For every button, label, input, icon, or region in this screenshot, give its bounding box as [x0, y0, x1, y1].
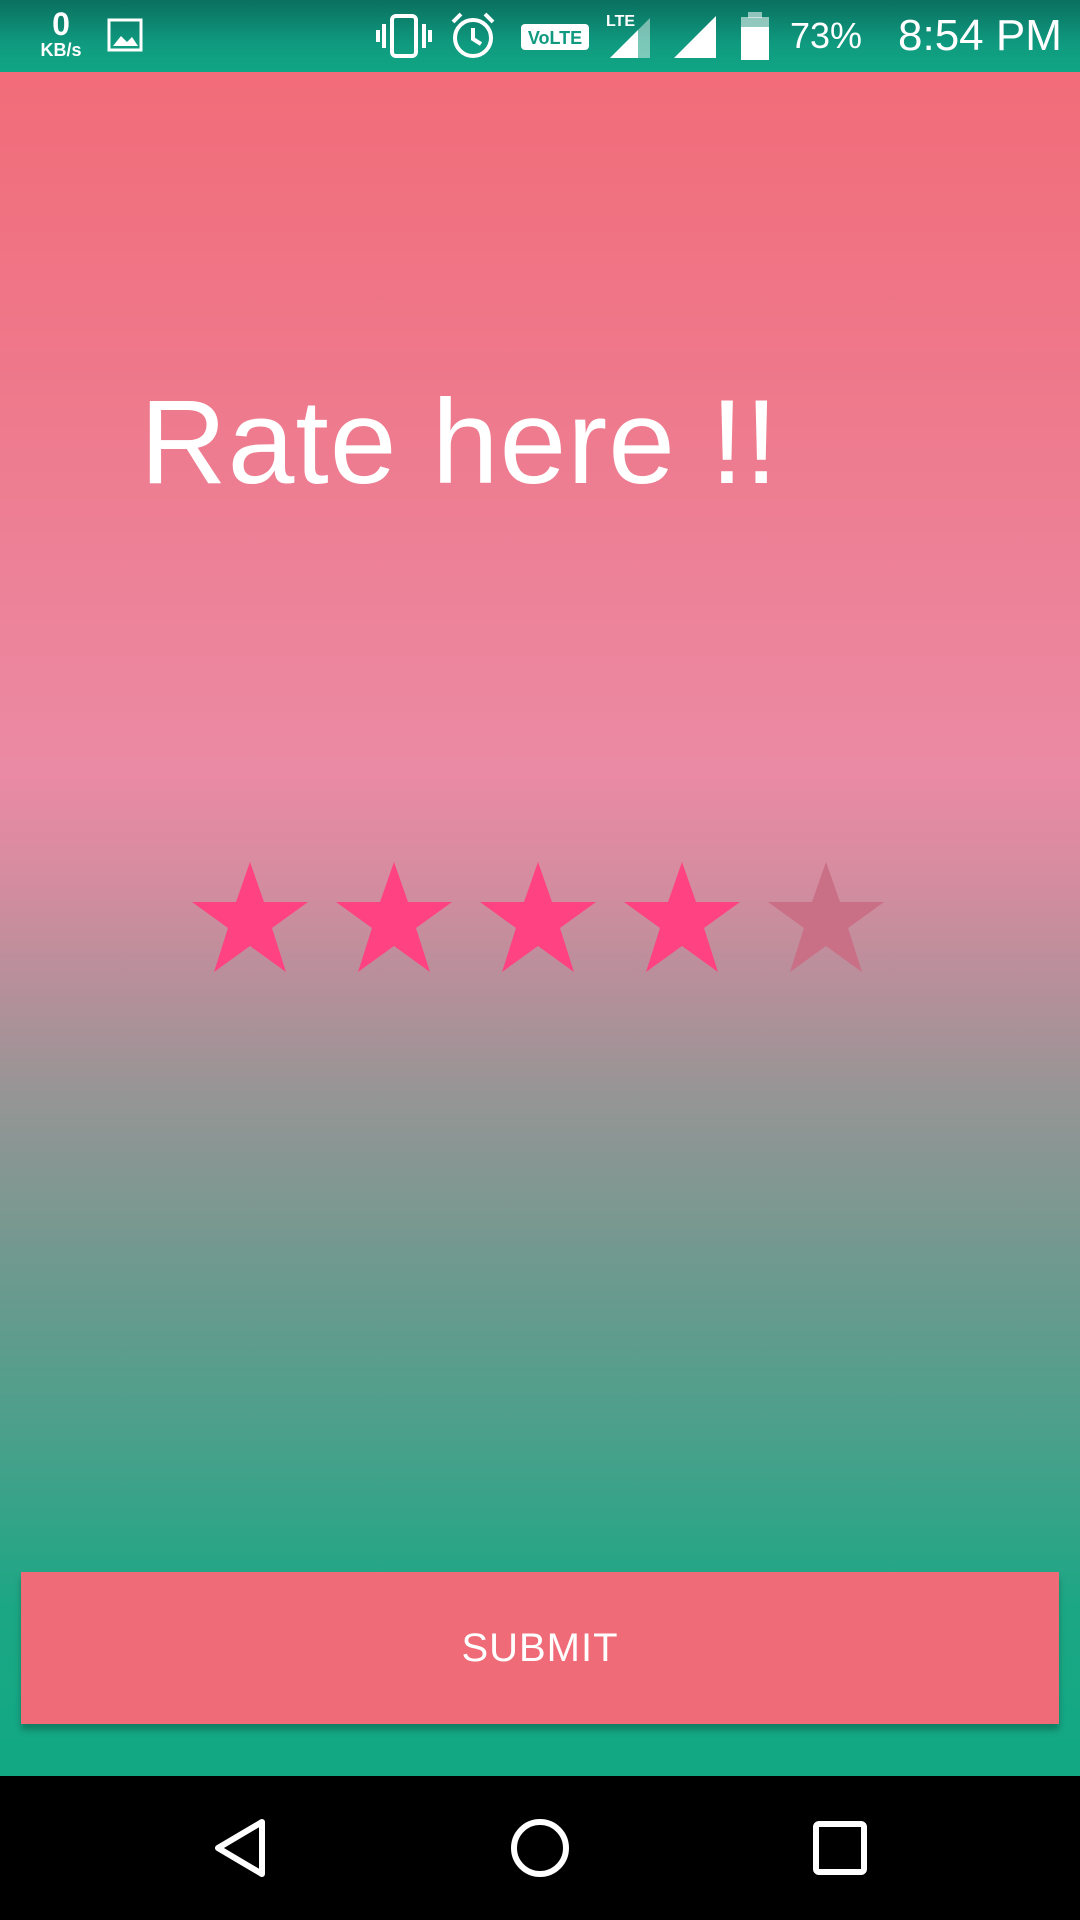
- submit-button[interactable]: SUBMIT: [21, 1572, 1059, 1724]
- network-speed-value: 0: [52, 6, 70, 42]
- status-bar: 0 KB/s VoLTE LTE 73% 8:54 PM: [0, 0, 1080, 72]
- back-icon[interactable]: [200, 1808, 280, 1888]
- lte-signal-icon: LTE: [606, 13, 650, 58]
- navigation-bar: [0, 1776, 1080, 1920]
- recents-icon[interactable]: [800, 1808, 880, 1888]
- svg-text:LTE: LTE: [606, 13, 635, 30]
- alarm-icon: [451, 12, 495, 58]
- network-speed: 0 KB/s: [26, 8, 96, 68]
- signal-icon: [674, 16, 716, 58]
- star-5[interactable]: [766, 860, 886, 980]
- gallery-icon: [107, 18, 143, 52]
- battery-percent: 73%: [790, 15, 863, 56]
- battery-icon: [741, 12, 769, 60]
- rating-screen: Rate here !! SUBMIT: [0, 72, 1080, 1776]
- network-speed-unit: KB/s: [40, 40, 82, 60]
- svg-text:VoLTE: VoLTE: [528, 28, 582, 48]
- star-1[interactable]: [190, 860, 310, 980]
- star-2[interactable]: [334, 860, 454, 980]
- home-icon[interactable]: [500, 1808, 580, 1888]
- star-4[interactable]: [622, 860, 742, 980]
- volte-icon: VoLTE: [521, 24, 589, 50]
- rating-bar[interactable]: [190, 860, 890, 980]
- vibrate-icon: [376, 14, 432, 58]
- clock: 8:54 PM: [898, 11, 1062, 60]
- page-title: Rate here !!: [140, 375, 780, 509]
- star-3[interactable]: [478, 860, 598, 980]
